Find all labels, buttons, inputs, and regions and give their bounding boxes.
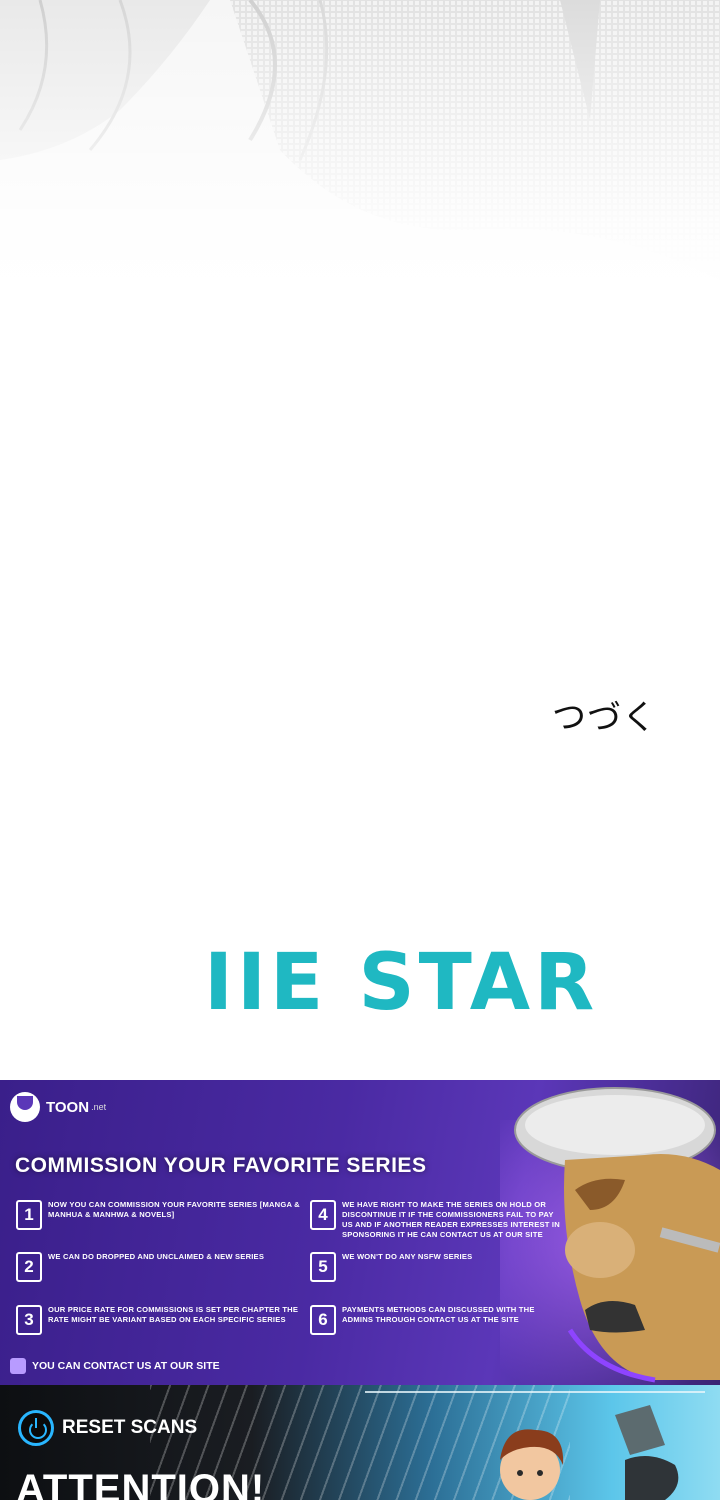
rule-item: 3 OUR PRICE RATE FOR COMMISSIONS IS SET …: [16, 1305, 301, 1335]
attention-headline: ATTENTION!: [16, 1467, 266, 1500]
commission-banner[interactable]: TOON .net COMMISSION YOUR FAVORITE SERIE…: [0, 1080, 720, 1385]
dog-mascot-image: [514, 1087, 720, 1383]
contact-link[interactable]: YOU CAN CONTACT US AT OUR SITE: [10, 1358, 220, 1374]
rule-text: WE CAN DO DROPPED AND UNCLAIMED & NEW SE…: [48, 1252, 265, 1261]
rule-number: 5: [310, 1252, 336, 1282]
rule-number: 4: [310, 1200, 336, 1230]
rule-text: NOW YOU CAN COMMISSION YOUR FAVORITE SER…: [48, 1200, 300, 1219]
watermark-logo: IIE STAR: [204, 938, 599, 1028]
moon-icon: [10, 1092, 40, 1122]
contact-label: YOU CAN CONTACT US AT OUR SITE: [32, 1360, 220, 1372]
to-be-continued-text: つづく: [552, 698, 657, 738]
toon-logo[interactable]: TOON .net: [10, 1092, 106, 1122]
reset-scans-logo[interactable]: RESET SCANS: [18, 1410, 197, 1446]
toon-brand: TOON: [46, 1098, 90, 1116]
divider: [365, 1391, 705, 1393]
rule-number: 6: [310, 1305, 336, 1335]
rule-text: OUR PRICE RATE FOR COMMISSIONS IS SET PE…: [48, 1305, 299, 1324]
rule-number: 2: [16, 1252, 42, 1282]
character-illustration: [500, 1405, 679, 1500]
toon-brand-suffix: .net: [91, 1102, 107, 1112]
rule-item: 2 WE CAN DO DROPPED AND UNCLAIMED & NEW …: [16, 1252, 301, 1282]
rule-number: 1: [16, 1200, 42, 1230]
rule-item: 1 NOW YOU CAN COMMISSION YOUR FAVORITE S…: [16, 1200, 301, 1230]
chat-icon: [10, 1358, 26, 1374]
commission-title: COMMISSION YOUR FAVORITE SERIES: [15, 1154, 427, 1177]
reset-scans-banner[interactable]: RESET SCANS ATTENTION!: [0, 1385, 720, 1500]
manga-panel-art: [0, 0, 720, 300]
power-icon: [18, 1410, 54, 1446]
rule-number: 3: [16, 1305, 42, 1335]
reset-brand: RESET SCANS: [62, 1417, 198, 1438]
